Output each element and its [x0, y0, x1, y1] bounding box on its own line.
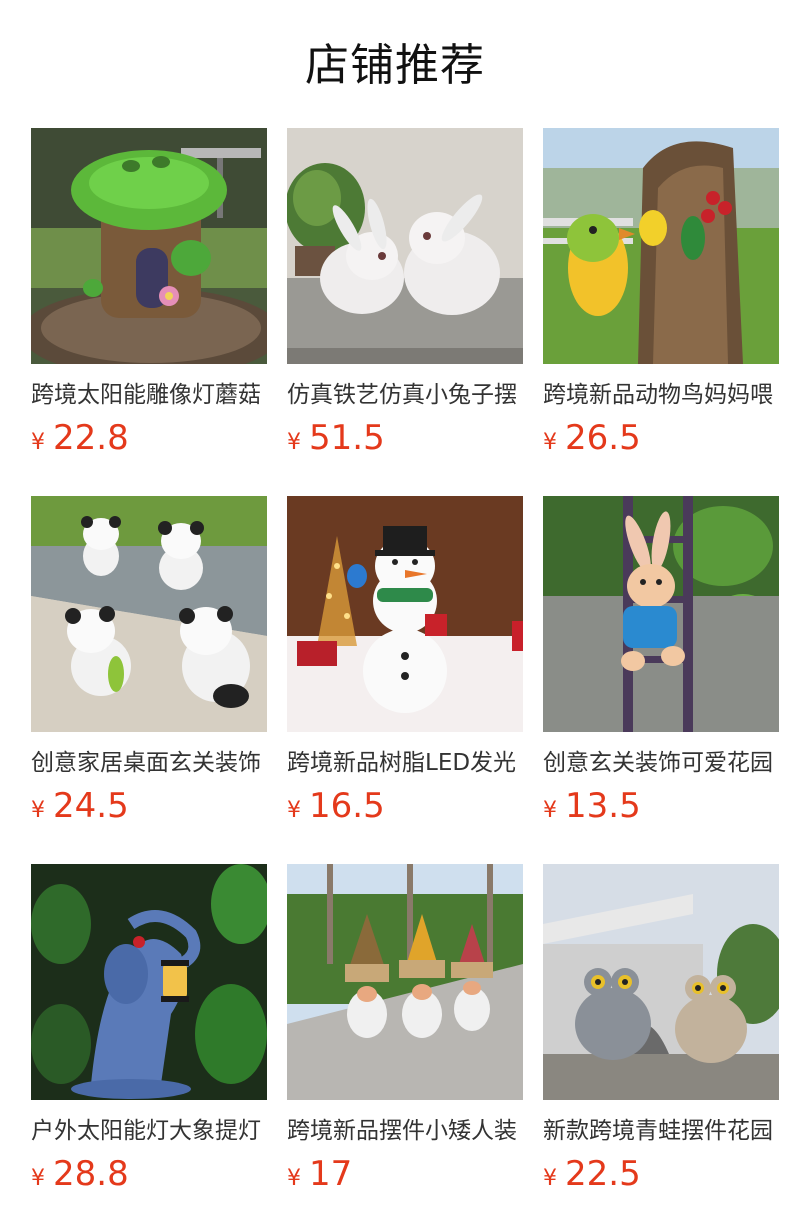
- product-name[interactable]: 创意家居桌面玄关装饰: [31, 746, 267, 780]
- price-amount: 13.5: [565, 786, 641, 826]
- product-name[interactable]: 跨境新品摆件小矮人装: [287, 1114, 523, 1148]
- product-name[interactable]: 跨境太阳能雕像灯蘑菇: [31, 378, 267, 412]
- product-price: ¥ 22.5: [543, 1154, 779, 1194]
- currency-symbol: ¥: [31, 798, 45, 823]
- product-image[interactable]: [543, 496, 779, 732]
- currency-symbol: ¥: [287, 798, 301, 823]
- product-image[interactable]: [31, 128, 267, 364]
- product-name[interactable]: 新款跨境青蛙摆件花园: [543, 1114, 779, 1148]
- product-card[interactable]: 新款跨境青蛙摆件花园 ¥ 22.5: [543, 864, 779, 1194]
- price-amount: 17: [309, 1154, 353, 1194]
- product-price: ¥ 26.5: [543, 418, 779, 458]
- product-price: ¥ 22.8: [31, 418, 267, 458]
- currency-symbol: ¥: [31, 1166, 45, 1191]
- product-image[interactable]: [31, 864, 267, 1100]
- product-price: ¥ 16.5: [287, 786, 523, 826]
- product-price: ¥ 28.8: [31, 1154, 267, 1194]
- product-image[interactable]: [31, 496, 267, 732]
- product-card[interactable]: 创意玄关装饰可爱花园 ¥ 13.5: [543, 496, 779, 826]
- currency-symbol: ¥: [543, 1166, 557, 1191]
- product-card[interactable]: 仿真铁艺仿真小兔子摆 ¥ 51.5: [287, 128, 523, 458]
- product-price: ¥ 51.5: [287, 418, 523, 458]
- product-card[interactable]: 户外太阳能灯大象提灯 ¥ 28.8: [31, 864, 267, 1194]
- product-image[interactable]: [287, 128, 523, 364]
- product-price: ¥ 17: [287, 1154, 523, 1194]
- price-amount: 16.5: [309, 786, 385, 826]
- currency-symbol: ¥: [31, 430, 45, 455]
- price-amount: 51.5: [309, 418, 385, 458]
- product-image[interactable]: [287, 496, 523, 732]
- store-recommendation-page: 店铺推荐 跨境太阳能雕像灯蘑菇 ¥ 22.8 仿真铁艺仿真小兔子摆 ¥ 51.5…: [0, 0, 790, 1232]
- product-card[interactable]: 跨境新品摆件小矮人装 ¥ 17: [287, 864, 523, 1194]
- page-title: 店铺推荐: [305, 40, 485, 91]
- product-name[interactable]: 户外太阳能灯大象提灯: [31, 1114, 267, 1148]
- currency-symbol: ¥: [287, 1166, 301, 1191]
- product-name[interactable]: 仿真铁艺仿真小兔子摆: [287, 378, 523, 412]
- currency-symbol: ¥: [543, 798, 557, 823]
- product-card[interactable]: 跨境太阳能雕像灯蘑菇 ¥ 22.8: [31, 128, 267, 458]
- product-name[interactable]: 跨境新品动物鸟妈妈喂: [543, 378, 779, 412]
- product-image[interactable]: [543, 864, 779, 1100]
- currency-symbol: ¥: [287, 430, 301, 455]
- product-card[interactable]: 跨境新品树脂LED发光 ¥ 16.5: [287, 496, 523, 826]
- price-amount: 28.8: [53, 1154, 129, 1194]
- product-name[interactable]: 创意玄关装饰可爱花园: [543, 746, 779, 780]
- product-image[interactable]: [543, 128, 779, 364]
- product-name[interactable]: 跨境新品树脂LED发光: [287, 746, 523, 780]
- price-amount: 26.5: [565, 418, 641, 458]
- product-card[interactable]: 跨境新品动物鸟妈妈喂 ¥ 26.5: [543, 128, 779, 458]
- price-amount: 24.5: [53, 786, 129, 826]
- price-amount: 22.5: [565, 1154, 641, 1194]
- product-grid: 跨境太阳能雕像灯蘑菇 ¥ 22.8 仿真铁艺仿真小兔子摆 ¥ 51.5 跨境新品…: [31, 128, 790, 1194]
- price-amount: 22.8: [53, 418, 129, 458]
- product-image[interactable]: [287, 864, 523, 1100]
- currency-symbol: ¥: [543, 430, 557, 455]
- product-price: ¥ 24.5: [31, 786, 267, 826]
- product-price: ¥ 13.5: [543, 786, 779, 826]
- product-card[interactable]: 创意家居桌面玄关装饰 ¥ 24.5: [31, 496, 267, 826]
